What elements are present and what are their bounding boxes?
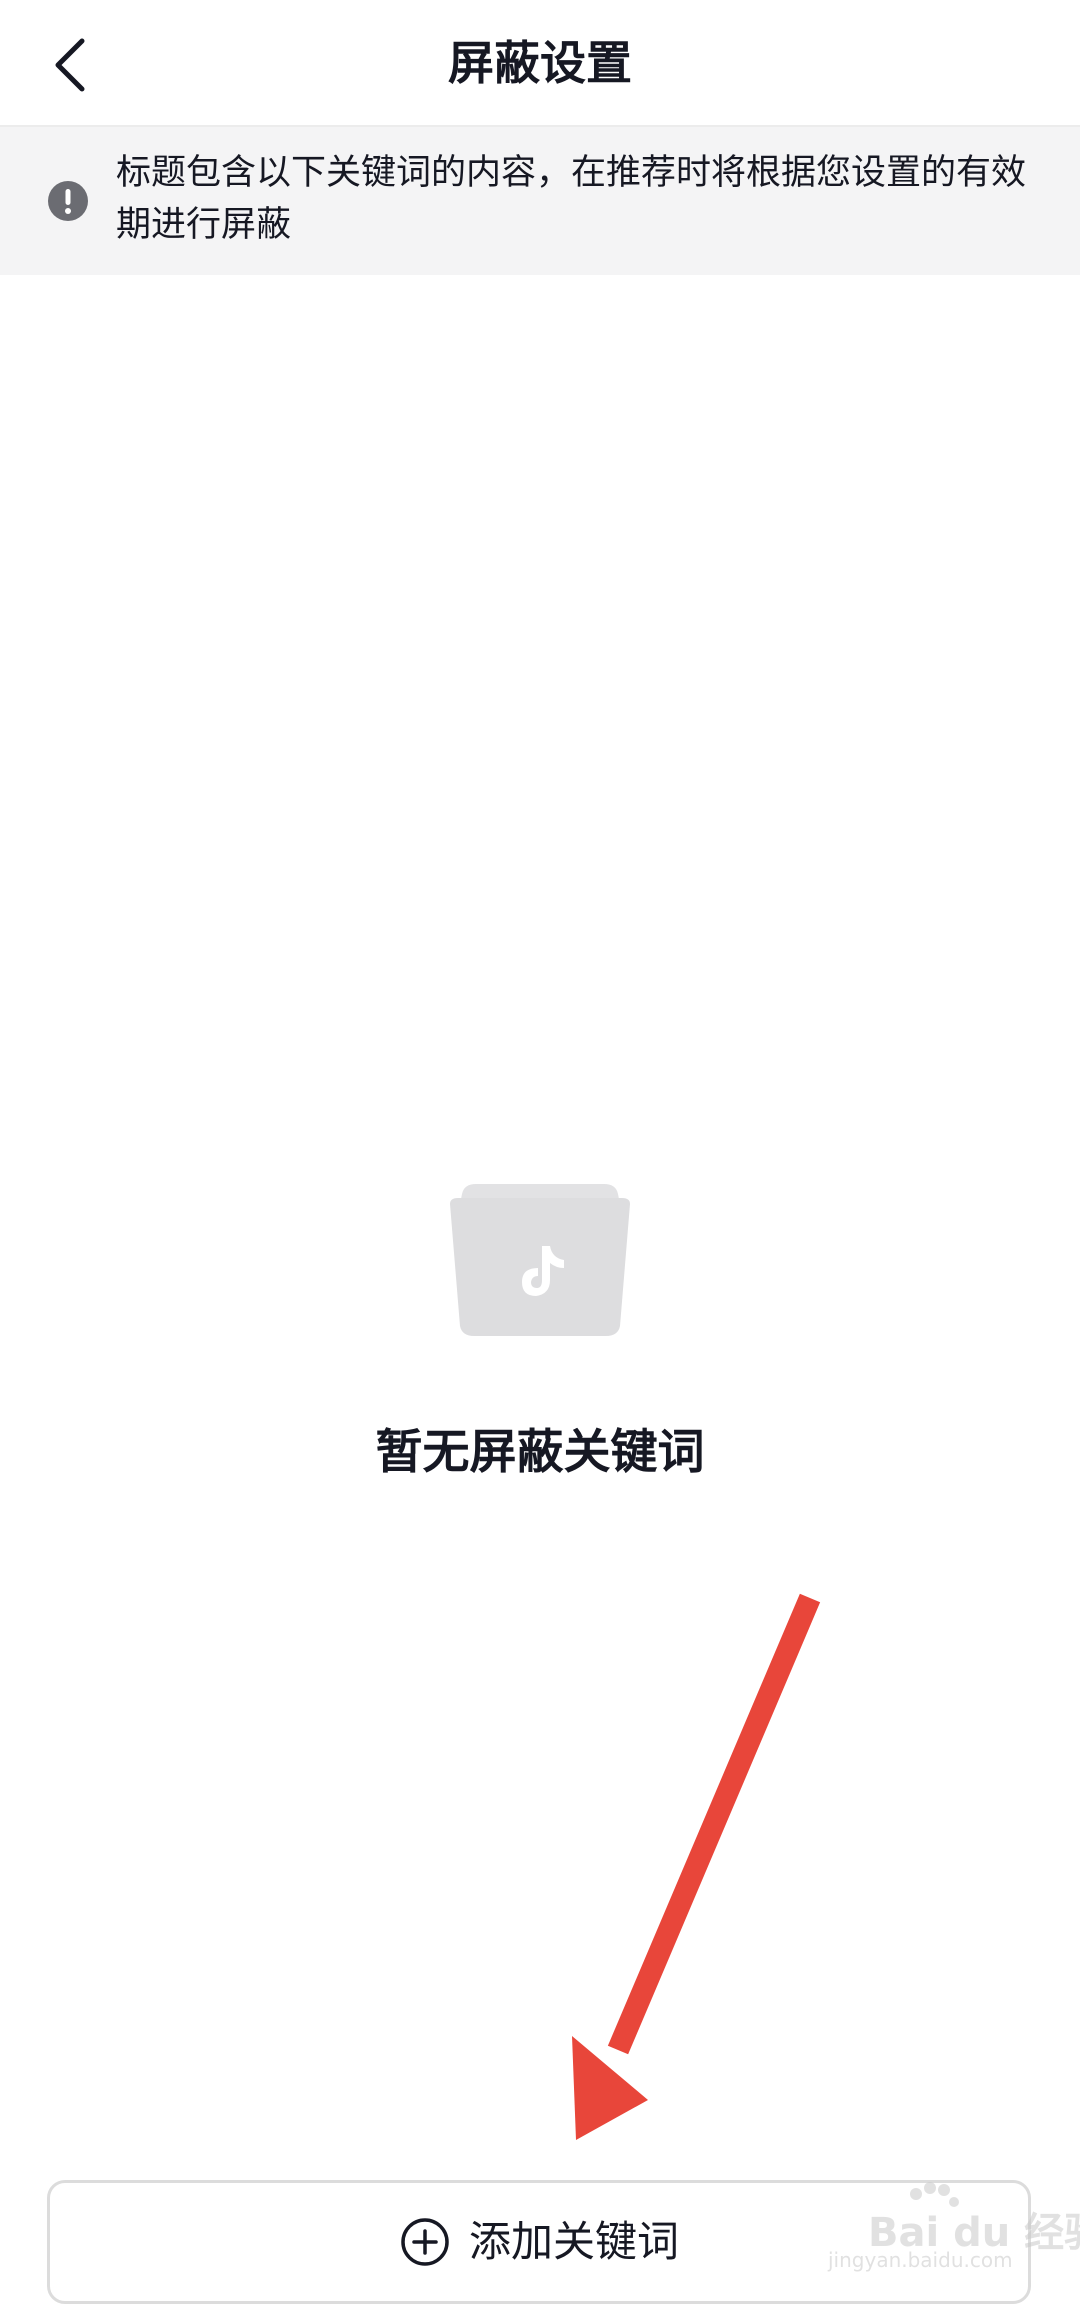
notice-banner: 标题包含以下关键词的内容，在推荐时将根据您设置的有效期进行屏蔽 bbox=[0, 127, 1080, 275]
page-title: 屏蔽设置 bbox=[448, 36, 632, 90]
exclamation-circle-icon bbox=[48, 181, 88, 221]
baidu-jingyan-watermark: Bai du 经验 jingyan.baidu.com bbox=[828, 2182, 1080, 2272]
nav-bar: 屏蔽设置 bbox=[0, 0, 1080, 127]
add-keyword-label: 添加关键词 bbox=[468, 2217, 679, 2266]
empty-folder-music-icon bbox=[450, 1184, 630, 1336]
notice-text: 标题包含以下关键词的内容，在推荐时将根据您设置的有效期进行屏蔽 bbox=[116, 153, 1027, 245]
annotation-arrow bbox=[572, 1593, 821, 2140]
watermark-sub-text: jingyan.baidu.com bbox=[828, 2248, 1013, 2272]
empty-state-title: 暂无屏蔽关键词 bbox=[375, 1425, 705, 1480]
plus-circle-icon bbox=[401, 2218, 449, 2266]
